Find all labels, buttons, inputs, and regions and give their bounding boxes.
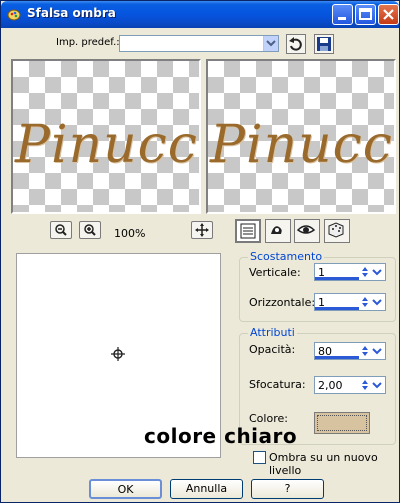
reset-preset-button[interactable] bbox=[286, 34, 306, 54]
close-icon bbox=[383, 9, 394, 20]
color-swatch-focus bbox=[317, 415, 367, 431]
reset-arrow-icon bbox=[289, 37, 302, 51]
eye-preview-icon bbox=[296, 225, 316, 234]
offset-group-title: Scostamento bbox=[248, 250, 325, 263]
paint-icon bbox=[7, 9, 21, 21]
save-preset-button[interactable] bbox=[314, 34, 334, 54]
maximize-button[interactable] bbox=[355, 4, 376, 25]
cancel-button[interactable]: Annulla bbox=[170, 479, 243, 499]
vertical-label: Verticale: bbox=[249, 266, 301, 279]
shadow-color-swatch[interactable] bbox=[314, 412, 370, 434]
vertical-spinner[interactable]: 1 bbox=[314, 263, 386, 281]
chevron-down-icon bbox=[266, 40, 276, 47]
blur-spinner[interactable]: 2,00 bbox=[314, 376, 386, 394]
zoom-out-button[interactable] bbox=[50, 221, 72, 239]
spin-arrows-icon[interactable] bbox=[359, 264, 385, 280]
horizontal-spinner[interactable]: 1 bbox=[314, 293, 386, 311]
new-layer-label[interactable]: Ombra su un nuovo livello bbox=[269, 451, 399, 477]
offset-crosshair-icon[interactable] bbox=[110, 346, 126, 362]
pan-icon bbox=[195, 223, 209, 237]
opacity-slider-bar[interactable] bbox=[315, 356, 359, 359]
vertical-slider-bar[interactable] bbox=[315, 277, 359, 280]
floppy-save-icon bbox=[317, 37, 331, 51]
window-title: Sfalsa ombra bbox=[27, 6, 116, 20]
spin-arrows-icon[interactable] bbox=[359, 377, 385, 393]
title-bar[interactable]: Sfalsa ombra bbox=[1, 1, 399, 28]
eye-preview-button[interactable] bbox=[294, 219, 320, 243]
help-button[interactable]: ? bbox=[251, 479, 324, 499]
annotation-text: colore chiaro bbox=[144, 424, 298, 448]
zoom-out-icon bbox=[55, 224, 67, 236]
preset-select[interactable] bbox=[119, 35, 279, 52]
pan-button[interactable] bbox=[191, 221, 213, 239]
dialog-window: Sfalsa ombra Imp. predef.: Pinucc Pinucc… bbox=[0, 0, 400, 503]
minimize-button[interactable] bbox=[332, 4, 353, 25]
attributes-group-title: Attributi bbox=[248, 326, 297, 339]
randomize-icon bbox=[271, 226, 282, 234]
dropdown-arrow[interactable] bbox=[263, 36, 278, 51]
new-layer-checkbox[interactable] bbox=[253, 451, 266, 464]
dice-button[interactable] bbox=[324, 219, 350, 243]
dice-icon bbox=[328, 222, 344, 238]
blur-value: 2,00 bbox=[318, 379, 343, 392]
opacity-spinner[interactable]: 80 bbox=[314, 342, 386, 360]
zoom-in-icon bbox=[84, 224, 96, 236]
zoom-level: 100% bbox=[114, 227, 146, 240]
zoom-in-button[interactable] bbox=[79, 221, 101, 239]
spin-arrows-icon[interactable] bbox=[359, 294, 385, 310]
close-button[interactable] bbox=[378, 4, 399, 25]
blur-label: Sfocatura: bbox=[249, 378, 306, 391]
properties-icon bbox=[240, 223, 256, 239]
preview-before: Pinucc bbox=[11, 59, 201, 214]
preview-after: Pinucc bbox=[206, 59, 396, 214]
spin-arrows-icon[interactable] bbox=[359, 343, 385, 359]
ok-button[interactable]: OK bbox=[89, 479, 162, 499]
horizontal-slider-bar[interactable] bbox=[315, 307, 359, 310]
opacity-label: Opacità: bbox=[249, 343, 296, 356]
preset-label: Imp. predef.: bbox=[56, 37, 120, 48]
properties-button[interactable] bbox=[235, 219, 261, 243]
preview-after-text: Pinucc bbox=[210, 115, 393, 175]
randomize-button[interactable] bbox=[265, 219, 291, 243]
minimize-icon bbox=[338, 17, 346, 20]
horizontal-label: Orizzontale: bbox=[249, 296, 316, 309]
maximize-icon bbox=[359, 8, 372, 20]
preview-before-text: Pinucc bbox=[15, 115, 198, 175]
